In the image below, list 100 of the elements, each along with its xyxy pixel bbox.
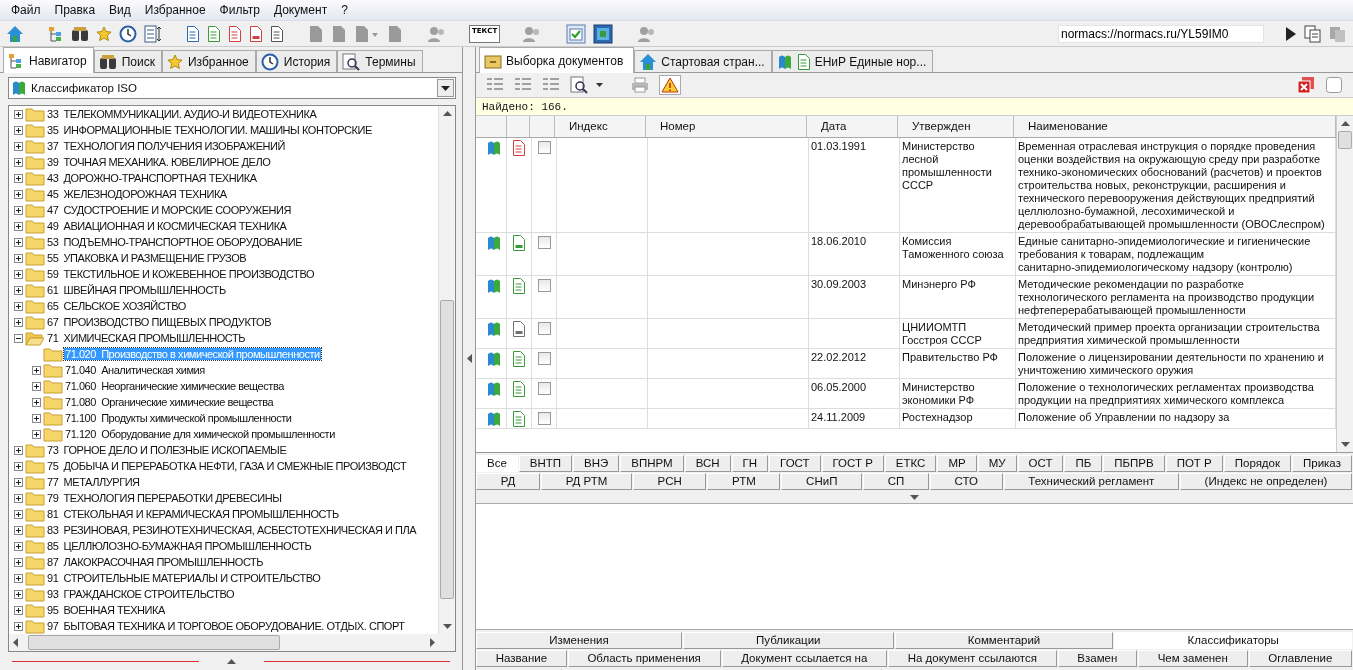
scroll-thumb[interactable] xyxy=(28,635,281,650)
scroll-up-icon[interactable] xyxy=(442,111,452,116)
column-header[interactable]: Утвержден xyxy=(898,116,1014,137)
column-header[interactable]: Индекс xyxy=(555,116,646,137)
tree-item[interactable]: 71 ХИМИЧЕСКАЯ ПРОМЫШЛЕННОСТЬ xyxy=(46,332,247,344)
info-tab[interactable]: Классификаторы xyxy=(1114,632,1352,649)
info-tab[interactable]: Чем заменен xyxy=(1137,650,1248,667)
filter-tab[interactable]: ПБПРВ xyxy=(1103,455,1165,472)
expand-icon[interactable] xyxy=(14,317,23,327)
filter-tab[interactable]: (Индекс не определен) xyxy=(1179,473,1353,490)
tree-item[interactable]: 61 ШВЕЙНАЯ ПРОМЫШЛЕННОСТЬ xyxy=(46,284,227,296)
collapse-icon[interactable] xyxy=(226,658,236,664)
filter-tab[interactable]: СНиП xyxy=(781,473,863,490)
column-header[interactable]: Номер xyxy=(646,116,807,137)
info-tab[interactable]: Оглавление xyxy=(1248,650,1352,667)
filter-tab[interactable]: РД xyxy=(476,473,540,490)
filter-tab[interactable]: ПОТ Р xyxy=(1165,455,1223,472)
scroll-down-icon[interactable] xyxy=(1340,442,1350,447)
scroll-thumb[interactable] xyxy=(440,300,454,600)
filter-tab[interactable]: Технический регламент xyxy=(1003,473,1179,490)
menu-item[interactable]: Вид xyxy=(102,3,138,17)
filter-tab[interactable]: ОСТ xyxy=(1017,455,1064,472)
tree-item[interactable]: 73 ГОРНОЕ ДЕЛО И ПОЛЕЗНЫЕ ИСКОПАЕМЫЕ xyxy=(46,444,288,456)
expand-icon[interactable] xyxy=(32,381,41,391)
tree-item[interactable]: 87 ЛАКОКРАСОЧНАЯ ПРОМЫШЛЕННОСТЬ xyxy=(46,556,265,568)
info-tab[interactable]: Комментарий xyxy=(894,632,1114,649)
expand-icon[interactable] xyxy=(32,365,41,375)
filter-tab[interactable]: МУ xyxy=(977,455,1017,472)
binoculars-icon[interactable] xyxy=(71,25,89,42)
document-tab[interactable]: Выборка документов xyxy=(479,47,635,73)
expand-icon[interactable] xyxy=(14,109,23,119)
checkbox[interactable] xyxy=(537,412,551,425)
checkbox[interactable] xyxy=(537,236,551,249)
document-tab[interactable]: ЕНиР Единые нор... xyxy=(771,50,934,72)
tree-item[interactable]: 43 ДОРОЖНО-ТРАНСПОРТНАЯ ТЕХНИКА xyxy=(46,172,258,184)
expand-icon[interactable] xyxy=(910,494,919,500)
expand-icon[interactable] xyxy=(14,509,23,519)
info-tab[interactable]: Документ ссылается на xyxy=(721,650,887,667)
star-icon[interactable] xyxy=(96,25,112,42)
expand-icon[interactable] xyxy=(14,477,23,487)
document-icon[interactable] xyxy=(207,25,221,42)
expand-icon[interactable] xyxy=(14,157,23,167)
checkbox[interactable] xyxy=(537,352,551,365)
tree-item[interactable]: 95 ВОЕННАЯ ТЕХНИКА xyxy=(46,604,166,616)
menu-item[interactable]: Избранное xyxy=(137,3,213,17)
expand-icon[interactable] xyxy=(14,141,23,151)
document-tab[interactable]: Стартовая стран... xyxy=(634,50,772,72)
tree-item[interactable]: 85 ЦЕЛЛЮЛОЗНО-БУМАЖНАЯ ПРОМЫШЛЕННОСТЬ xyxy=(46,540,313,552)
info-tab[interactable]: Публикации xyxy=(682,632,894,649)
expand-icon[interactable] xyxy=(14,237,23,247)
document-icon[interactable] xyxy=(186,25,200,42)
filter-tab[interactable]: Все xyxy=(476,455,518,472)
tree-item[interactable]: 47 СУДОСТРОЕНИЕ И МОРСКИЕ СООРУЖЕНИЯ xyxy=(46,204,293,216)
document-icon[interactable] xyxy=(249,25,263,42)
info-tab[interactable]: Область применения xyxy=(567,650,721,667)
filter-tab[interactable]: МР xyxy=(937,455,977,472)
tree-item[interactable]: 71.120 Оборудование для химической промышленности xyxy=(64,428,336,440)
expand-icon[interactable] xyxy=(32,429,41,439)
caret-icon[interactable] xyxy=(596,83,603,87)
filter-tab[interactable]: ВНЭ xyxy=(573,455,620,472)
address-field[interactable]: normacs://normacs.ru/YL59IM0 xyxy=(1058,24,1264,43)
window-icon[interactable] xyxy=(593,23,614,44)
checkbox[interactable] xyxy=(537,141,551,154)
scroll-right-icon[interactable] xyxy=(430,638,435,647)
tree-item[interactable]: 55 УПАКОВКА И РАЗМЕЩЕНИЕ ГРУЗОВ xyxy=(46,252,248,264)
expand-icon[interactable] xyxy=(14,525,23,535)
tree-item[interactable]: 37 ТЕХНОЛОГИЯ ПОЛУЧЕНИЯ ИЗОБРАЖЕНИЙ xyxy=(46,140,286,152)
play-icon[interactable] xyxy=(1285,25,1297,42)
collapse-icon[interactable] xyxy=(14,333,23,343)
filter-tab[interactable]: СТО xyxy=(929,473,1003,490)
collapse-icon[interactable] xyxy=(466,354,472,363)
tree-item[interactable]: 77 МЕТАЛЛУРГИЯ xyxy=(46,476,141,488)
column-header[interactable]: Дата xyxy=(807,116,898,137)
expand-icon[interactable] xyxy=(14,253,23,263)
filter-tab[interactable]: ЕТКС xyxy=(884,455,937,472)
menu-item[interactable]: Документ xyxy=(266,3,335,17)
expand-icon[interactable] xyxy=(14,557,23,567)
expand-icon[interactable] xyxy=(14,461,23,471)
expand-icon[interactable] xyxy=(14,189,23,199)
checkbox[interactable] xyxy=(537,382,551,395)
tree-item[interactable]: 67 ПРОИЗВОДСТВО ПИЩЕВЫХ ПРОДУКТОВ xyxy=(46,316,273,328)
navigator-tab[interactable]: Термины xyxy=(337,50,423,72)
info-tab[interactable]: Изменения xyxy=(476,632,682,649)
filter-tab[interactable]: Порядок xyxy=(1223,455,1291,472)
navigator-tab[interactable]: Навигатор xyxy=(3,47,94,73)
tree-item[interactable]: 71.080 Органические химические вещества xyxy=(64,396,275,408)
home-icon[interactable] xyxy=(6,24,24,43)
expand-icon[interactable] xyxy=(14,621,23,631)
scroll-down-icon[interactable] xyxy=(442,624,452,629)
tree-item[interactable]: 79 ТЕХНОЛОГИЯ ПЕРЕРАБОТКИ ДРЕВЕСИНЫ xyxy=(46,492,283,504)
filter-tab[interactable]: РСН xyxy=(632,473,707,490)
tree-item[interactable]: 39 ТОЧНАЯ МЕХАНИКА. ЮВЕЛИРНОЕ ДЕЛО xyxy=(46,156,272,168)
filter-tab[interactable]: Приказ xyxy=(1292,455,1352,472)
tree-item[interactable]: 53 ПОДЪЕМНО-ТРАНСПОРТНОЕ ОБОРУДОВАНИЕ xyxy=(46,236,304,248)
expand-icon[interactable] xyxy=(14,605,23,615)
tree-item[interactable]: 97 БЫТОВАЯ ТЕХНИКА И ТОРГОВОЕ ОБОРУДОВАНИЕ. ОТДЫХ. СПОРТ xyxy=(46,620,406,632)
copy-icon[interactable] xyxy=(1304,24,1322,43)
tree-item[interactable]: 71.040 Аналитическая химия xyxy=(64,364,206,376)
checkbox[interactable] xyxy=(537,279,551,292)
expand-icon[interactable] xyxy=(32,413,41,423)
